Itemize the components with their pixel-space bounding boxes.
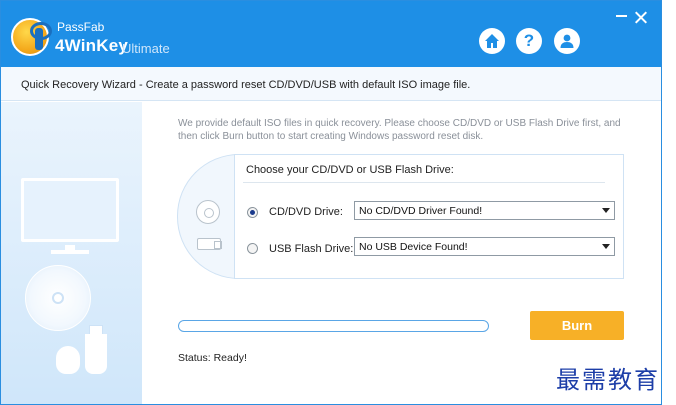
help-icon: ?: [523, 31, 535, 50]
usb-flash-dropdown-value: No USB Device Found!: [359, 241, 468, 253]
status-text: Status: Ready!: [178, 352, 247, 364]
usb-drive-icon: [197, 238, 222, 250]
account-button[interactable]: [554, 28, 580, 54]
app-window: PassFab 4WinKey Ultimate ? Quick Recover…: [0, 0, 662, 405]
app-logo-icon: [11, 18, 52, 56]
usb-flash-label: USB Flash Drive:: [269, 243, 354, 255]
help-button[interactable]: ?: [516, 28, 542, 54]
home-icon: [485, 34, 499, 48]
watermark: 最需教育: [556, 366, 660, 394]
usb-flash-radio[interactable]: [247, 243, 258, 254]
intro-text: We provide default ISO files in quick re…: [178, 118, 621, 142]
mouse-illustration-icon: [56, 346, 80, 374]
chevron-down-icon: [602, 244, 610, 249]
close-button[interactable]: [634, 11, 648, 25]
divider: [243, 182, 605, 183]
home-button[interactable]: [479, 28, 505, 54]
cd-dvd-label: CD/DVD Drive:: [269, 206, 343, 218]
usb-flash-dropdown[interactable]: No USB Device Found!: [354, 237, 615, 256]
cd-dvd-dropdown-value: No CD/DVD Driver Found!: [359, 205, 483, 217]
selector-title: Choose your CD/DVD or USB Flash Drive:: [246, 164, 454, 176]
left-illustration-panel: [1, 102, 142, 404]
monitor-illustration-icon: [21, 178, 119, 242]
burn-progress-bar: [178, 320, 489, 332]
title-bar: PassFab 4WinKey Ultimate ?: [1, 1, 661, 67]
brand-edition: Ultimate: [122, 41, 170, 56]
brand-name-small: PassFab: [57, 20, 105, 34]
user-icon: [560, 34, 574, 48]
wizard-header: Quick Recovery Wizard - Create a passwor…: [1, 67, 661, 101]
cd-icon: [196, 200, 220, 224]
cd-dvd-radio[interactable]: [247, 207, 258, 218]
usb-illustration-icon: [85, 334, 107, 374]
wizard-title: Quick Recovery Wizard - Create a passwor…: [21, 79, 471, 91]
brand-name: 4WinKey: [55, 36, 129, 55]
chevron-down-icon: [602, 208, 610, 213]
disc-illustration-icon: [25, 265, 91, 331]
minimize-button[interactable]: [615, 8, 629, 22]
cd-dvd-dropdown[interactable]: No CD/DVD Driver Found!: [354, 201, 615, 220]
burn-button[interactable]: Burn: [530, 311, 624, 340]
